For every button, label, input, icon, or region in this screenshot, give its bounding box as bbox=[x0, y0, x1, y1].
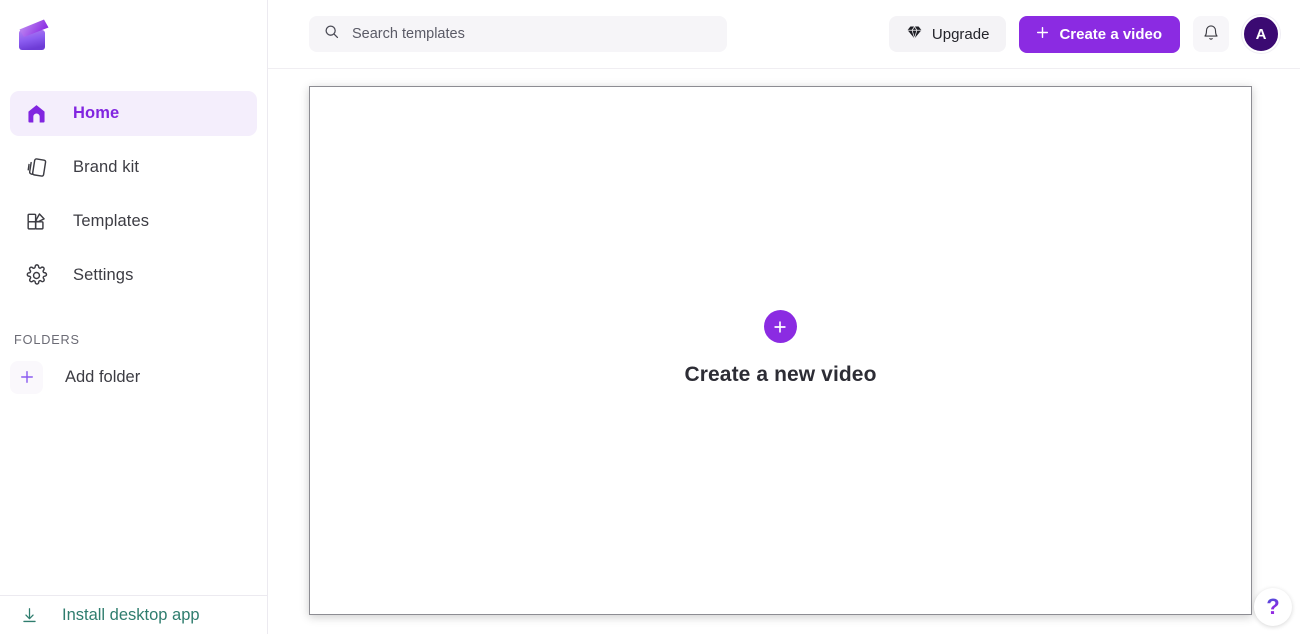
sidebar-item-templates[interactable]: Templates bbox=[10, 199, 257, 244]
download-icon bbox=[14, 606, 44, 625]
add-folder-label: Add folder bbox=[65, 367, 141, 386]
plus-circle-icon bbox=[763, 310, 797, 343]
sidebar-item-settings[interactable]: Settings bbox=[10, 253, 257, 298]
notifications-button[interactable] bbox=[1193, 16, 1229, 52]
add-folder-button[interactable]: Add folder bbox=[0, 355, 267, 399]
create-a-video-button[interactable]: Create a video bbox=[1019, 15, 1180, 53]
home-icon bbox=[18, 102, 54, 125]
templates-grid-icon bbox=[18, 210, 54, 233]
brand-kit-icon bbox=[18, 156, 54, 179]
sidebar-item-label: Settings bbox=[73, 266, 134, 284]
upgrade-button[interactable]: Upgrade bbox=[888, 16, 1007, 52]
install-desktop-app-button[interactable]: Install desktop app bbox=[0, 595, 267, 634]
create-new-video-label: Create a new video bbox=[684, 363, 877, 386]
install-desktop-app-label: Install desktop app bbox=[62, 605, 200, 624]
bell-icon bbox=[1202, 24, 1220, 45]
create-new-video-empty-state[interactable]: Create a new video bbox=[684, 310, 876, 387]
create-a-video-label: Create a video bbox=[1059, 25, 1162, 43]
sidebar-nav: Home Brand kit Templates Settings bbox=[0, 69, 267, 307]
diamond-icon bbox=[906, 24, 923, 45]
sidebar-item-brand-kit[interactable]: Brand kit bbox=[10, 145, 257, 190]
app-root: Home Brand kit Templates Settings FOLDER… bbox=[0, 0, 1300, 634]
topbar: Upgrade Create a video bbox=[268, 0, 1300, 69]
question-mark-icon: ? bbox=[1266, 594, 1280, 619]
main-area: Upgrade Create a video bbox=[268, 0, 1300, 634]
folders-heading: FOLDERS bbox=[14, 333, 80, 347]
gear-icon bbox=[18, 264, 54, 287]
topbar-actions: Upgrade Create a video A bbox=[888, 15, 1280, 53]
upgrade-label: Upgrade bbox=[931, 25, 990, 43]
help-button[interactable]: ? bbox=[1254, 588, 1292, 626]
search-icon bbox=[323, 23, 340, 45]
search-templates-box[interactable] bbox=[309, 16, 727, 52]
sidebar-item-label: Home bbox=[73, 104, 120, 122]
avatar[interactable]: A bbox=[1242, 15, 1280, 53]
sidebar: Home Brand kit Templates Settings FOLDER… bbox=[0, 0, 268, 634]
clapperboard-logo-icon bbox=[19, 19, 49, 50]
plus-icon bbox=[1034, 24, 1051, 45]
logo-area bbox=[0, 0, 267, 69]
sidebar-item-label: Templates bbox=[73, 212, 150, 230]
avatar-initial: A bbox=[1255, 25, 1267, 43]
video-canvas[interactable]: Create a new video bbox=[309, 86, 1252, 615]
clapperboard-logo[interactable] bbox=[14, 15, 56, 55]
content-area: Create a new video ? bbox=[268, 69, 1300, 634]
search-input[interactable] bbox=[352, 26, 692, 42]
sidebar-item-home[interactable]: Home bbox=[10, 91, 257, 136]
plus-icon bbox=[10, 360, 43, 394]
sidebar-item-label: Brand kit bbox=[73, 158, 140, 176]
